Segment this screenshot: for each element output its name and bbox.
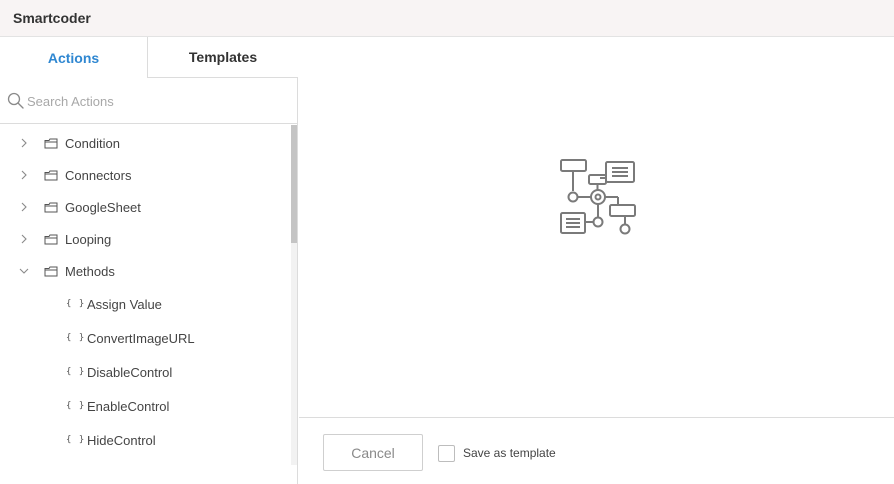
tree-folder-looping[interactable]: Looping: [0, 225, 290, 253]
folder-icon: [44, 234, 58, 245]
title-bar: Smartcoder: [0, 0, 894, 37]
tree-item-label: Assign Value: [87, 296, 162, 312]
tree-folder-label: Methods: [65, 263, 115, 279]
actions-tree: Condition Connectors GoogleSheet Looping…: [0, 125, 290, 465]
tree-item-convertimageurl[interactable]: { } ConvertImageURL: [0, 324, 290, 352]
tree-folder-connectors[interactable]: Connectors: [0, 161, 290, 189]
tab-actions[interactable]: Actions: [0, 37, 147, 78]
chevron-right-icon[interactable]: [19, 202, 29, 212]
braces-icon: { }: [66, 367, 86, 377]
search-input[interactable]: [27, 90, 287, 112]
actions-panel: Actions Templates Condition Connectors G…: [0, 37, 298, 484]
save-as-template-label[interactable]: Save as template: [463, 446, 556, 460]
folder-icon: [44, 138, 58, 149]
panel-tabs: Actions Templates: [0, 37, 298, 78]
tree-folder-methods[interactable]: Methods: [0, 257, 290, 285]
folder-icon: [44, 202, 58, 213]
tree-folder-label: Condition: [65, 135, 120, 151]
braces-icon: { }: [66, 401, 86, 411]
tree-item-disablecontrol[interactable]: { } DisableControl: [0, 358, 290, 386]
dialog-footer: Cancel Save as template: [299, 417, 894, 484]
app-title: Smartcoder: [13, 10, 91, 26]
search-bar: [0, 78, 297, 124]
flowchart-icon: [560, 159, 636, 235]
folder-icon: [44, 266, 58, 277]
save-as-template-checkbox[interactable]: [438, 445, 455, 462]
cancel-button[interactable]: Cancel: [323, 434, 423, 471]
tree-item-enablecontrol[interactable]: { } EnableControl: [0, 392, 290, 420]
tree-folder-condition[interactable]: Condition: [0, 129, 290, 157]
chevron-down-icon[interactable]: [19, 266, 29, 276]
braces-icon: { }: [66, 333, 86, 343]
chevron-right-icon[interactable]: [19, 234, 29, 244]
tree-item-assign-value[interactable]: { } Assign Value: [0, 290, 290, 318]
search-icon: [7, 92, 24, 109]
tree-folder-label: Looping: [65, 231, 112, 247]
tree-folder-label: GoogleSheet: [65, 199, 141, 215]
tab-templates[interactable]: Templates: [147, 37, 298, 78]
braces-icon: { }: [66, 435, 86, 445]
tree-folder-label: Connectors: [65, 167, 132, 183]
chevron-right-icon[interactable]: [19, 170, 29, 180]
tree-item-label: ConvertImageURL: [87, 330, 195, 346]
canvas-panel: Cancel Save as template: [299, 37, 894, 484]
folder-icon: [44, 170, 58, 181]
braces-icon: { }: [66, 299, 86, 309]
tree-scrollbar-thumb[interactable]: [291, 125, 297, 243]
tree-item-label: DisableControl: [87, 364, 173, 380]
tree-item-hidecontrol[interactable]: { } HideControl: [0, 426, 290, 454]
tree-item-label: EnableControl: [87, 398, 170, 414]
tree-item-label: HideControl: [87, 432, 156, 448]
chevron-right-icon[interactable]: [19, 138, 29, 148]
tree-folder-googlesheet[interactable]: GoogleSheet: [0, 193, 290, 221]
